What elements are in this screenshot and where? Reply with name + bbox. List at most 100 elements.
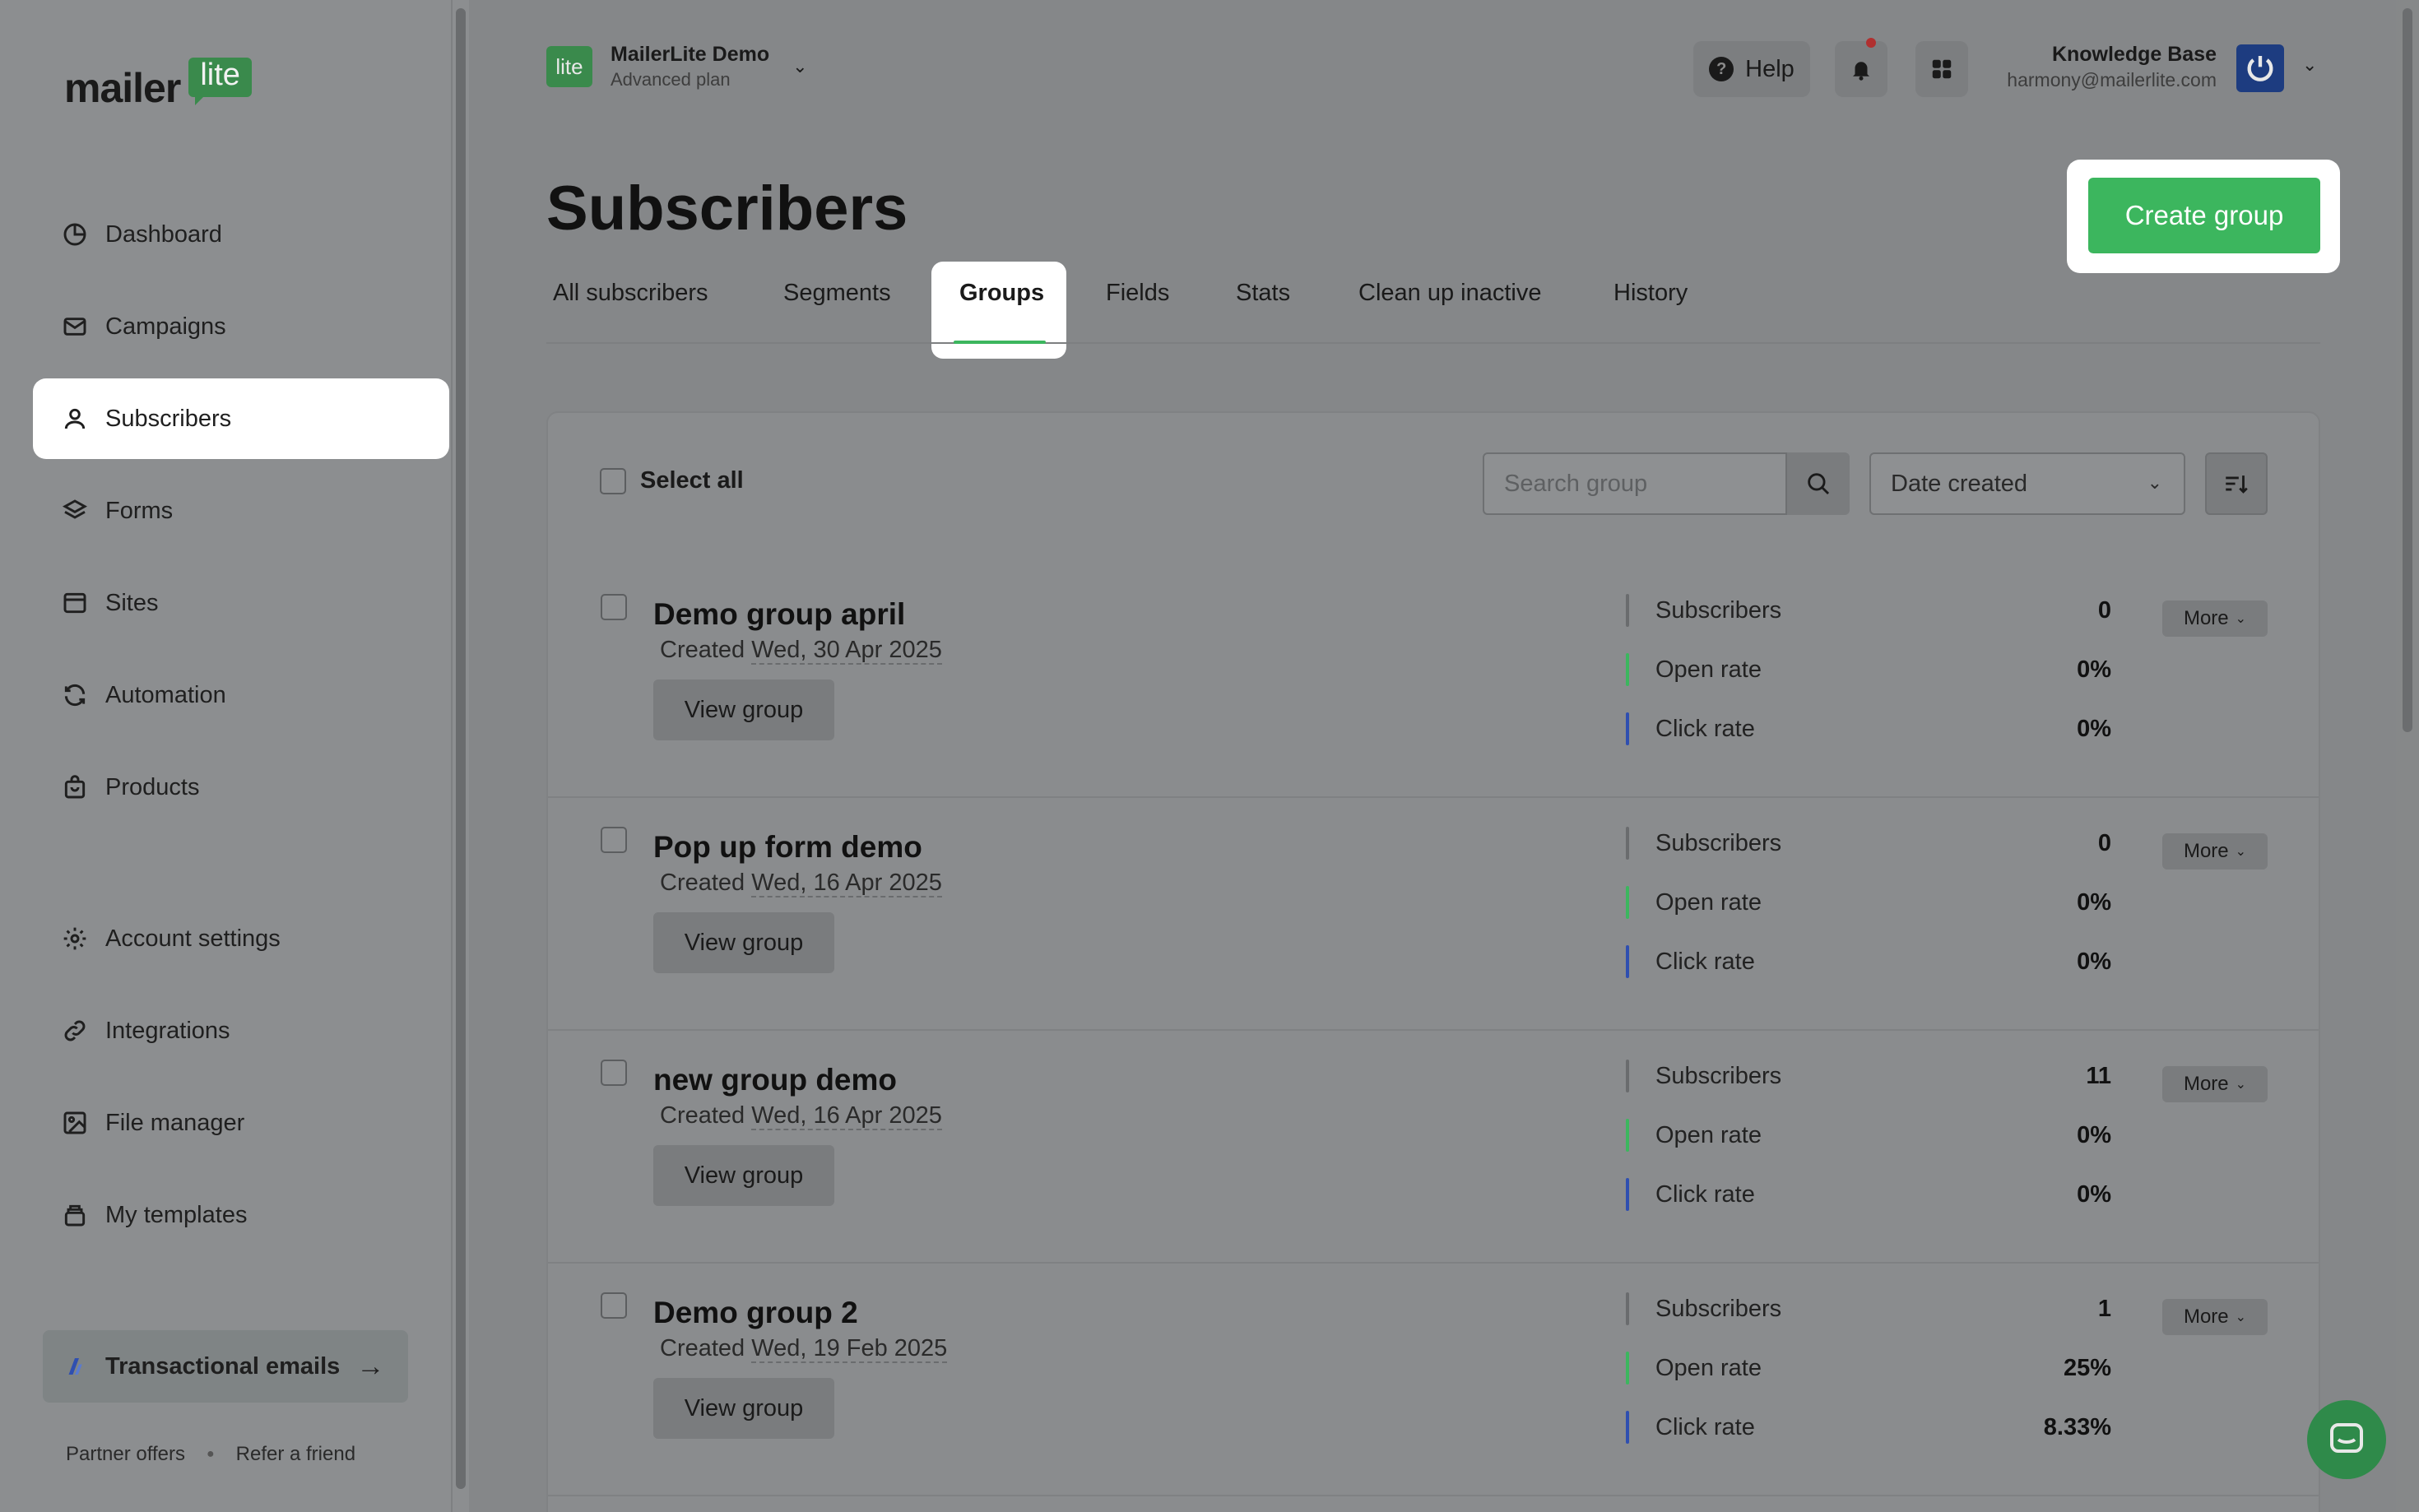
sidebar-item-sites[interactable]: Sites <box>33 563 449 643</box>
avatar[interactable] <box>2236 44 2284 92</box>
chat-button[interactable] <box>2307 1400 2386 1479</box>
group-created: Created Wed, 16 Apr 2025 <box>660 870 942 897</box>
group-name[interactable]: Pop up form demo <box>653 830 922 865</box>
sidebar-footer: Partner offers ● Refer a friend <box>66 1443 355 1466</box>
view-group-button[interactable]: View group <box>653 1378 834 1439</box>
sidebar-scrollbar-thumb[interactable] <box>456 8 466 1489</box>
sort-order-button[interactable] <box>2205 452 2268 515</box>
account-logo: lite <box>546 46 592 87</box>
partner-offers-link[interactable]: Partner offers <box>66 1443 185 1466</box>
sidebar-item-products[interactable]: Products <box>33 747 449 828</box>
chat-icon <box>2330 1423 2363 1453</box>
more-label: More <box>2183 1073 2229 1095</box>
refresh-icon <box>61 681 89 709</box>
tab-segments[interactable]: Segments <box>783 280 891 307</box>
stat-click-rate: Click rate 0% <box>1626 945 2111 978</box>
search-button[interactable] <box>1787 452 1850 515</box>
chevron-down-icon: ⌄ <box>2235 612 2247 626</box>
more-button[interactable]: More ⌄ <box>2162 601 2268 637</box>
stat-label: Click rate <box>1655 948 1755 975</box>
group-checkbox[interactable] <box>601 1292 627 1319</box>
mail-icon <box>61 313 89 341</box>
sidebar-item-campaigns[interactable]: Campaigns <box>33 286 449 367</box>
sidebar-item-label: Products <box>105 773 200 800</box>
logo-wordmark: mailer <box>64 65 181 111</box>
tab-history[interactable]: History <box>1613 280 1688 307</box>
stat-label: Subscribers <box>1655 596 1782 624</box>
create-group-button[interactable]: Create group <box>2088 178 2320 253</box>
sidebar-item-label: Subscribers <box>105 405 232 432</box>
group-created: Created Wed, 19 Feb 2025 <box>660 1335 948 1363</box>
sidebar-item-my-templates[interactable]: My templates <box>33 1175 449 1255</box>
group-row: Pop up form demo Created Wed, 16 Apr 202… <box>548 797 2319 1031</box>
stat-label: Click rate <box>1655 715 1755 742</box>
shopping-bag-icon <box>61 773 89 801</box>
refer-a-friend-link[interactable]: Refer a friend <box>236 1443 355 1466</box>
help-button[interactable]: ? Help <box>1693 41 1810 97</box>
sidebar-item-subscribers[interactable]: Subscribers <box>33 378 449 459</box>
tab-stats[interactable]: Stats <box>1236 280 1290 307</box>
stat-bar <box>1626 1060 1629 1092</box>
group-name[interactable]: Demo group april <box>653 597 905 632</box>
image-icon <box>61 1109 89 1137</box>
search-group-input[interactable] <box>1483 452 1787 515</box>
stack-icon <box>61 1201 89 1229</box>
sidebar-item-dashboard[interactable]: Dashboard <box>33 194 449 275</box>
more-button[interactable]: More ⌄ <box>2162 833 2268 870</box>
transactional-emails-label: Transactional emails <box>105 1352 341 1380</box>
view-group-button[interactable]: View group <box>653 912 834 973</box>
more-button[interactable]: More ⌄ <box>2162 1066 2268 1102</box>
select-all-checkbox[interactable] <box>600 468 626 494</box>
group-checkbox[interactable] <box>601 594 627 620</box>
group-name[interactable]: Demo group 2 <box>653 1296 858 1330</box>
sidebar-item-automation[interactable]: Automation <box>33 655 449 735</box>
created-label: Created <box>660 1102 745 1129</box>
stat-bar <box>1626 1292 1629 1325</box>
account-switcher[interactable]: lite MailerLite Demo Advanced plan ⌄ <box>546 41 808 92</box>
sidebar-item-label: File manager <box>105 1109 245 1136</box>
group-checkbox[interactable] <box>601 1060 627 1086</box>
stat-value: 11 <box>2086 1062 2111 1089</box>
user-menu[interactable]: Knowledge Base harmony@mailerlite.com <box>1991 41 2217 92</box>
stat-subscribers: Subscribers 11 <box>1626 1060 2111 1092</box>
apps-button[interactable] <box>1915 41 1968 97</box>
sidebar-item-file-manager[interactable]: File manager <box>33 1083 449 1163</box>
stat-open-rate: Open rate 0% <box>1626 653 2111 686</box>
view-group-button[interactable]: View group <box>653 679 834 740</box>
layers-icon <box>61 497 89 525</box>
group-name[interactable]: new group demo <box>653 1063 897 1097</box>
view-group-button[interactable]: View group <box>653 1145 834 1206</box>
chevron-down-icon[interactable]: ⌄ <box>2302 54 2317 76</box>
tab-clean-up-inactive[interactable]: Clean up inactive <box>1358 280 1541 307</box>
main-scrollbar-thumb[interactable] <box>2403 8 2412 732</box>
stat-label: Subscribers <box>1655 1062 1782 1089</box>
created-date: Wed, 16 Apr 2025 <box>751 870 942 897</box>
sidebar-item-integrations[interactable]: Integrations <box>33 990 449 1071</box>
notification-dot <box>1866 38 1876 48</box>
create-group-highlight: Create group <box>2067 160 2340 273</box>
tab-groups[interactable]: Groups <box>959 280 1044 307</box>
user-name: Knowledge Base <box>2051 43 2217 66</box>
group-checkbox[interactable] <box>601 827 627 853</box>
chevron-down-icon: ⌄ <box>2235 845 2247 859</box>
stat-open-rate: Open rate 25% <box>1626 1352 2111 1384</box>
tab-fields[interactable]: Fields <box>1106 280 1169 307</box>
sort-select[interactable]: Date created ⌄ <box>1869 452 2185 515</box>
mailerlite-logo[interactable]: mailer lite <box>64 58 252 111</box>
more-button[interactable]: More ⌄ <box>2162 1299 2268 1335</box>
transactional-emails-button[interactable]: Transactional emails → <box>43 1330 408 1403</box>
stat-click-rate: Click rate 8.33% <box>1626 1411 2111 1444</box>
main-scrollbar[interactable] <box>2396 0 2419 1512</box>
subscriber-tabs: All subscribers Segments Groups Fields S… <box>546 262 2320 344</box>
browser-icon <box>61 589 89 617</box>
group-created: Created Wed, 30 Apr 2025 <box>660 637 942 665</box>
stat-value: 0% <box>2077 656 2111 683</box>
more-label: More <box>2183 840 2229 862</box>
apps-grid-icon <box>1932 59 1952 79</box>
sidebar-item-account-settings[interactable]: Account settings <box>33 898 449 979</box>
sidebar-item-forms[interactable]: Forms <box>33 471 449 551</box>
notifications-button[interactable] <box>1835 38 1887 97</box>
sidebar-scrollbar[interactable] <box>451 0 469 1512</box>
stat-label: Subscribers <box>1655 829 1782 856</box>
tab-all-subscribers[interactable]: All subscribers <box>553 280 708 307</box>
